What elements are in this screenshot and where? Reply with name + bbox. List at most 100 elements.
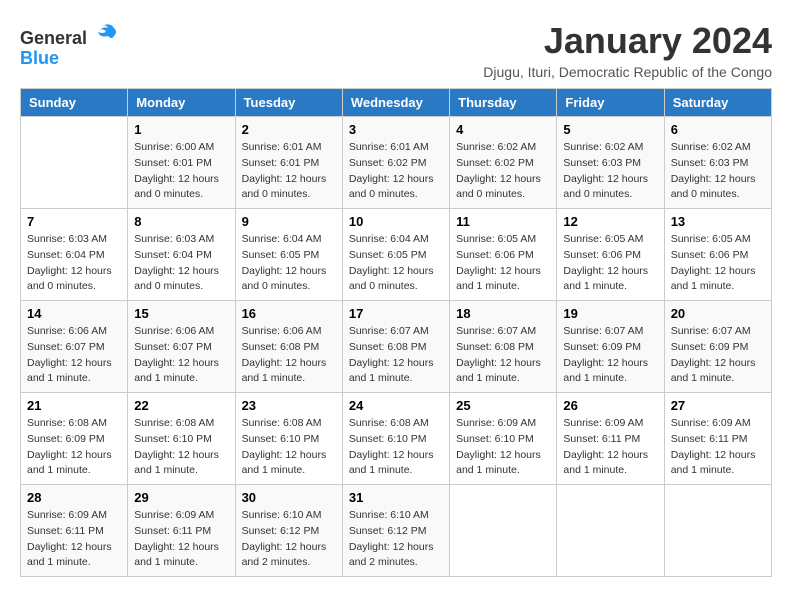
day-cell: 24Sunrise: 6:08 AMSunset: 6:10 PMDayligh… [342, 393, 449, 485]
day-cell: 11Sunrise: 6:05 AMSunset: 6:06 PMDayligh… [450, 209, 557, 301]
day-number: 25 [456, 398, 550, 413]
day-number: 22 [134, 398, 228, 413]
day-info: Sunrise: 6:09 AMSunset: 6:11 PMDaylight:… [134, 508, 228, 571]
day-cell: 28 Sunrise: 6:09 AMSunset: 6:11 PMDayligh… [21, 485, 128, 577]
day-info: Sunrise: 6:01 AMSunset: 6:01 PMDaylight:… [242, 140, 336, 203]
day-number: 5 [563, 122, 657, 137]
day-cell: 15 Sunrise: 6:06 AMSunset: 6:07 PMDayligh… [128, 301, 235, 393]
day-number: 2 [242, 122, 336, 137]
calendar-table: SundayMondayTuesdayWednesdayThursdayFrid… [20, 88, 772, 577]
day-number: 21 [27, 398, 121, 413]
day-number: 17 [349, 306, 443, 321]
day-info: Sunrise: 6:02 AMSunset: 6:02 PMDaylight:… [456, 140, 550, 203]
day-number: 18 [456, 306, 550, 321]
day-number: 31 [349, 490, 443, 505]
day-cell: 2 Sunrise: 6:01 AMSunset: 6:01 PMDaylight… [235, 117, 342, 209]
day-number: 23 [242, 398, 336, 413]
day-info: Sunrise: 6:01 AMSunset: 6:02 PMDaylight:… [349, 140, 443, 203]
day-info: Sunrise: 6:09 AMSunset: 6:10 PMDaylight:… [456, 416, 550, 479]
day-number: 28 [27, 490, 121, 505]
logo-general: General [20, 28, 87, 48]
day-number: 20 [671, 306, 765, 321]
day-cell: 31 Sunrise: 6:10 AMSunset: 6:12 PMDayligh… [342, 485, 449, 577]
day-info: Sunrise: 6:02 AMSunset: 6:03 PMDaylight:… [671, 140, 765, 203]
day-cell: 6 Sunrise: 6:02 AMSunset: 6:03 PMDaylight… [664, 117, 771, 209]
day-cell: 8Sunrise: 6:03 AMSunset: 6:04 PMDaylight… [128, 209, 235, 301]
day-info: Sunrise: 6:07 AMSunset: 6:08 PMDaylight:… [349, 324, 443, 387]
day-cell: 14Sunrise: 6:06 AMSunset: 6:07 PMDayligh… [21, 301, 128, 393]
day-info: Sunrise: 6:07 AMSunset: 6:09 PMDaylight:… [563, 324, 657, 387]
day-cell: 23 Sunrise: 6:08 AMSunset: 6:10 PMDayligh… [235, 393, 342, 485]
day-cell [557, 485, 664, 577]
day-header-sunday: Sunday [21, 89, 128, 117]
day-cell [450, 485, 557, 577]
week-row-5: 28 Sunrise: 6:09 AMSunset: 6:11 PMDayligh… [21, 485, 772, 577]
day-cell: 3 Sunrise: 6:01 AMSunset: 6:02 PMDaylight… [342, 117, 449, 209]
day-number: 27 [671, 398, 765, 413]
day-info: Sunrise: 6:09 AMSunset: 6:11 PMDaylight:… [563, 416, 657, 479]
logo-blue: Blue [20, 48, 59, 68]
day-cell [664, 485, 771, 577]
day-info: Sunrise: 6:08 AMSunset: 6:10 PMDaylight:… [242, 416, 336, 479]
day-info: Sunrise: 6:04 AMSunset: 6:05 PMDaylight:… [242, 232, 336, 295]
day-cell: 9 Sunrise: 6:04 AMSunset: 6:05 PMDaylight… [235, 209, 342, 301]
day-number: 26 [563, 398, 657, 413]
day-info: Sunrise: 6:08 AMSunset: 6:10 PMDaylight:… [349, 416, 443, 479]
day-cell: 22 Sunrise: 6:08 AMSunset: 6:10 PMDayligh… [128, 393, 235, 485]
day-number: 7 [27, 214, 121, 229]
day-info: Sunrise: 6:10 AMSunset: 6:12 PMDaylight:… [349, 508, 443, 571]
day-cell: 5 Sunrise: 6:02 AMSunset: 6:03 PMDaylight… [557, 117, 664, 209]
day-info: Sunrise: 6:09 AMSunset: 6:11 PMDaylight:… [27, 508, 121, 571]
day-cell: 10 Sunrise: 6:04 AMSunset: 6:05 PMDayligh… [342, 209, 449, 301]
day-number: 12 [563, 214, 657, 229]
day-header-monday: Monday [128, 89, 235, 117]
day-info: Sunrise: 6:07 AMSunset: 6:09 PMDaylight:… [671, 324, 765, 387]
day-header-saturday: Saturday [664, 89, 771, 117]
day-header-wednesday: Wednesday [342, 89, 449, 117]
day-number: 29 [134, 490, 228, 505]
day-cell: 25 Sunrise: 6:09 AMSunset: 6:10 PMDayligh… [450, 393, 557, 485]
day-info: Sunrise: 6:08 AMSunset: 6:09 PMDaylight:… [27, 416, 121, 479]
day-cell: 17 Sunrise: 6:07 AMSunset: 6:08 PMDayligh… [342, 301, 449, 393]
day-info: Sunrise: 6:10 AMSunset: 6:12 PMDaylight:… [242, 508, 336, 571]
day-cell: 19Sunrise: 6:07 AMSunset: 6:09 PMDayligh… [557, 301, 664, 393]
day-info: Sunrise: 6:05 AMSunset: 6:06 PMDaylight:… [563, 232, 657, 295]
day-info: Sunrise: 6:08 AMSunset: 6:10 PMDaylight:… [134, 416, 228, 479]
day-cell: 29 Sunrise: 6:09 AMSunset: 6:11 PMDayligh… [128, 485, 235, 577]
week-row-1: 1Sunrise: 6:00 AMSunset: 6:01 PMDaylight… [21, 117, 772, 209]
day-cell [21, 117, 128, 209]
day-info: Sunrise: 6:02 AMSunset: 6:03 PMDaylight:… [563, 140, 657, 203]
day-header-friday: Friday [557, 89, 664, 117]
day-cell: 18 Sunrise: 6:07 AMSunset: 6:08 PMDayligh… [450, 301, 557, 393]
day-cell: 13Sunrise: 6:05 AMSunset: 6:06 PMDayligh… [664, 209, 771, 301]
day-info: Sunrise: 6:04 AMSunset: 6:05 PMDaylight:… [349, 232, 443, 295]
day-number: 6 [671, 122, 765, 137]
day-number: 4 [456, 122, 550, 137]
day-number: 15 [134, 306, 228, 321]
day-info: Sunrise: 6:03 AMSunset: 6:04 PMDaylight:… [134, 232, 228, 295]
day-cell: 4 Sunrise: 6:02 AMSunset: 6:02 PMDaylight… [450, 117, 557, 209]
day-info: Sunrise: 6:09 AMSunset: 6:11 PMDaylight:… [671, 416, 765, 479]
location-subtitle: Djugu, Ituri, Democratic Republic of the… [483, 64, 772, 80]
day-info: Sunrise: 6:07 AMSunset: 6:08 PMDaylight:… [456, 324, 550, 387]
day-number: 11 [456, 214, 550, 229]
day-number: 30 [242, 490, 336, 505]
logo: General Blue [20, 24, 118, 69]
day-number: 16 [242, 306, 336, 321]
day-number: 10 [349, 214, 443, 229]
week-row-3: 14 Sunrise: 6:06 AMSunset: 6:07 PMDayligh… [21, 301, 772, 393]
day-info: Sunrise: 6:06 AMSunset: 6:08 PMDaylight:… [242, 324, 336, 387]
day-info: Sunrise: 6:06 AMSunset: 6:07 PMDaylight:… [134, 324, 228, 387]
day-cell: 20 Sunrise: 6:07 AMSunset: 6:09 PMDayligh… [664, 301, 771, 393]
day-number: 3 [349, 122, 443, 137]
day-number: 13 [671, 214, 765, 229]
day-number: 9 [242, 214, 336, 229]
day-info: Sunrise: 6:03 AMSunset: 6:04 PMDaylight:… [27, 232, 121, 295]
day-cell: 16 Sunrise: 6:06 AMSunset: 6:08 PMDayligh… [235, 301, 342, 393]
day-number: 14 [27, 306, 121, 321]
day-info: Sunrise: 6:00 AMSunset: 6:01 PMDaylight:… [134, 140, 228, 203]
day-header-thursday: Thursday [450, 89, 557, 117]
day-cell: 30 Sunrise: 6:10 AMSunset: 6:12 PMDayligh… [235, 485, 342, 577]
day-cell: 21 Sunrise: 6:08 AMSunset: 6:09 PMDayligh… [21, 393, 128, 485]
day-cell: 26 Sunrise: 6:09 AMSunset: 6:11 PMDayligh… [557, 393, 664, 485]
